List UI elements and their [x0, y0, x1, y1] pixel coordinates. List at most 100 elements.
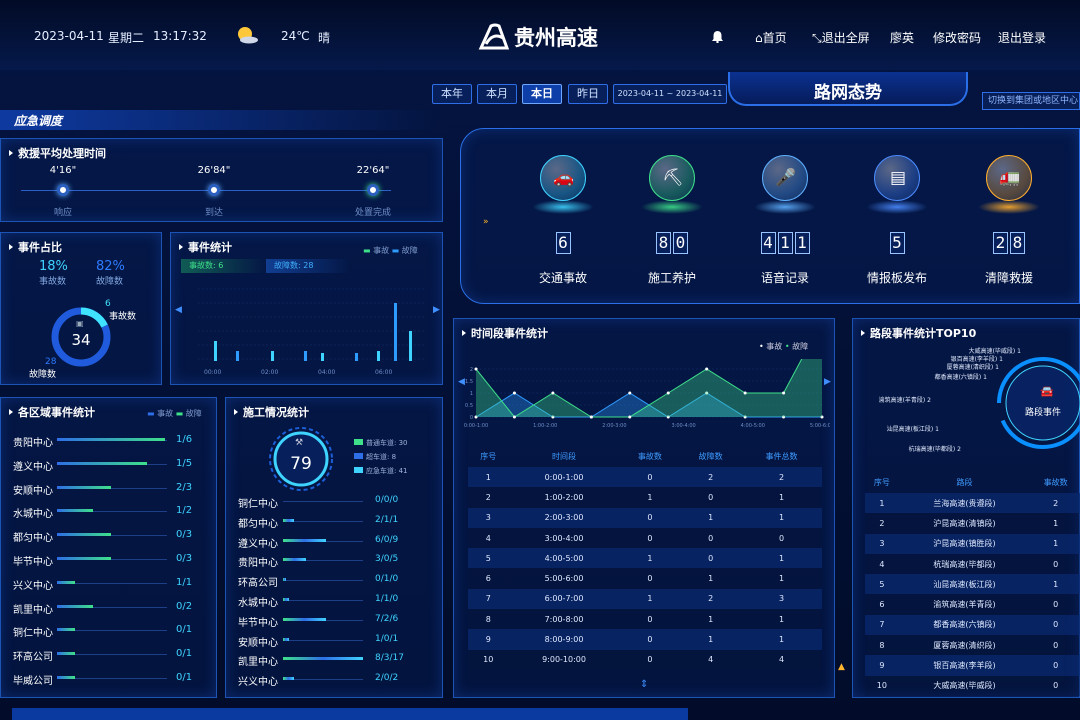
rescue-step-time: 26'84": [197, 165, 231, 176]
table-cell: 3: [865, 533, 899, 554]
rescue-title: 救援平均处理时间: [9, 145, 106, 161]
event-bar: [355, 353, 358, 361]
table-header: 事件总数: [765, 451, 798, 461]
table-cell: 1: [1030, 513, 1080, 534]
table-cell: 6:00-7:00: [508, 588, 620, 610]
nav-change-password[interactable]: 修改密码: [933, 29, 981, 46]
accident-pct: 18%: [39, 259, 68, 274]
table-cell: 1: [741, 487, 822, 508]
bottom-scrollbar[interactable]: [12, 708, 688, 720]
time-point: [743, 391, 747, 395]
time-stats-chart: 0 0.5 1 1.5 2 0:00-1:00 1:00-2:00 2:00-3:00 3:00…: [464, 359, 830, 429]
nav-home[interactable]: ⌂首页: [755, 29, 787, 46]
region-bar: [57, 509, 93, 513]
chart-next-icon[interactable]: ▶: [433, 305, 440, 315]
table-cell: 2: [468, 487, 509, 508]
construction-row-name: 遵义中心: [238, 538, 278, 550]
region-value: 1/2: [176, 505, 193, 517]
table-cell: 3: [468, 507, 509, 528]
table-cell: 都香高速(六镇段): [898, 614, 1031, 636]
nav-user[interactable]: 廖英: [890, 29, 914, 46]
tab-today[interactable]: 本日: [522, 84, 562, 104]
exit-fullscreen-icon: ⤡: [812, 31, 822, 45]
expand-arrow-icon[interactable]: »: [483, 217, 489, 227]
tab-year[interactable]: 本年: [432, 84, 472, 104]
table-header: 序号: [873, 477, 890, 487]
table-cell: 2: [680, 588, 741, 610]
event-bar: [236, 351, 239, 361]
region-value: 1/6: [176, 434, 193, 445]
table-cell: 3:00-4:00: [508, 527, 620, 549]
construction-row-name: 都匀中心: [238, 518, 278, 530]
table-row: 3 沪昆高速(镇胜段) 1: [865, 533, 1080, 554]
tab-yesterday[interactable]: 昨日: [568, 84, 608, 104]
region-value: 0/3: [176, 529, 193, 541]
construction-row-value: 0/1/0: [375, 574, 399, 585]
region-name: 遵义中心: [13, 461, 53, 473]
construction-bar: [283, 598, 289, 601]
switch-center-button[interactable]: 切换到集团或地区中心: [982, 92, 1080, 110]
nav-logout[interactable]: 退出登录: [998, 29, 1046, 46]
scroll-up-icon[interactable]: ▲: [838, 662, 845, 672]
event-stats-panel: 事件统计 ▬ 事故 ▬ 故障 事故数: 6 故障数: 28 ◀ ▶ 00:00 0…: [170, 232, 443, 385]
region-name: 水城中心: [13, 509, 53, 521]
bell-icon[interactable]: [712, 28, 723, 47]
region-bar: [57, 485, 111, 489]
region-legend: ▬ 事故 ▬ 故障: [147, 409, 202, 418]
table-cell: 1: [619, 588, 681, 610]
construction-track: [283, 600, 363, 601]
table-cell: 0: [680, 527, 741, 549]
tab-month[interactable]: 本月: [477, 84, 517, 104]
event-x-tick: 00:00: [204, 369, 221, 376]
region-value: 0/3: [176, 553, 193, 564]
table-cell: 7: [468, 588, 509, 610]
section-header: 应急调度: [0, 110, 445, 130]
table-cell: 2: [1030, 493, 1080, 514]
logo-text: 贵州高速: [514, 26, 598, 50]
event-ratio-panel: 事件占比 18% 事故数 82% 故障数 34 ▣ 6 事故数 28 故障数: [0, 232, 162, 385]
construction-title: 施工情况统计: [234, 404, 309, 420]
table-cell: 1: [680, 609, 741, 630]
time-y-tick: 0: [470, 415, 473, 421]
accident-summary: 事故数: 6: [181, 259, 266, 273]
construction-row-value: 1/1/0: [375, 594, 399, 604]
table-cell: 大威高速(毕威段): [898, 675, 1031, 696]
event-bar: [394, 303, 397, 361]
date-range-picker[interactable]: 2023-04-11 ~ 2023-04-11: [613, 84, 727, 104]
table-cell: 1:00-2:00: [508, 487, 620, 508]
table-cell: 1: [1030, 533, 1080, 554]
scroll-down-icon[interactable]: ⇕: [640, 679, 648, 690]
event-stats-chart: 00:00 02:00 04:00 06:00: [198, 288, 426, 376]
event-x-tick: 06:00: [375, 369, 392, 376]
event-bar: [321, 353, 324, 361]
table-row: 8 7:00-8:00 0 1 1: [468, 609, 822, 630]
table-row: 7 6:00-7:00 1 2 3: [468, 588, 822, 610]
table-cell: 0: [619, 629, 681, 650]
construction-row-value: 1/0/1: [375, 633, 399, 644]
construction-total: 79: [290, 454, 312, 474]
ring-label: 都香高速(六镇段) 1: [934, 374, 987, 381]
region-name: 毕威公司: [13, 676, 53, 687]
header-time: 13:17:32: [153, 29, 207, 43]
construction-row-value: 3/0/5: [375, 554, 399, 565]
table-cell: 0: [680, 487, 741, 508]
construction-bar: [283, 578, 286, 582]
table-header: 时间段: [552, 451, 577, 461]
table-cell: 1: [680, 568, 741, 589]
table-cell: 0: [619, 609, 681, 630]
time-point: [474, 367, 478, 371]
header-weekday: 星期二: [108, 31, 145, 45]
stat-value: 80: [632, 232, 712, 254]
stat-value: 5: [857, 232, 937, 254]
construction-row-value: 2/0/2: [375, 673, 399, 684]
nav-exit-fullscreen[interactable]: ⤡退出全屏: [812, 29, 870, 46]
region-bar: [57, 580, 75, 584]
chart-prev-icon[interactable]: ◀: [175, 305, 182, 315]
construction-row-value: 8/3/17: [375, 653, 404, 664]
rescue-step-dot: [57, 184, 69, 196]
table-row: 4 3:00-4:00 0 0 0: [468, 527, 822, 549]
construction-track: [283, 639, 363, 641]
region-value: 0/1: [176, 624, 193, 636]
region-name: 铜仁中心: [13, 628, 53, 640]
rescue-step-time: 22'64": [356, 165, 390, 176]
